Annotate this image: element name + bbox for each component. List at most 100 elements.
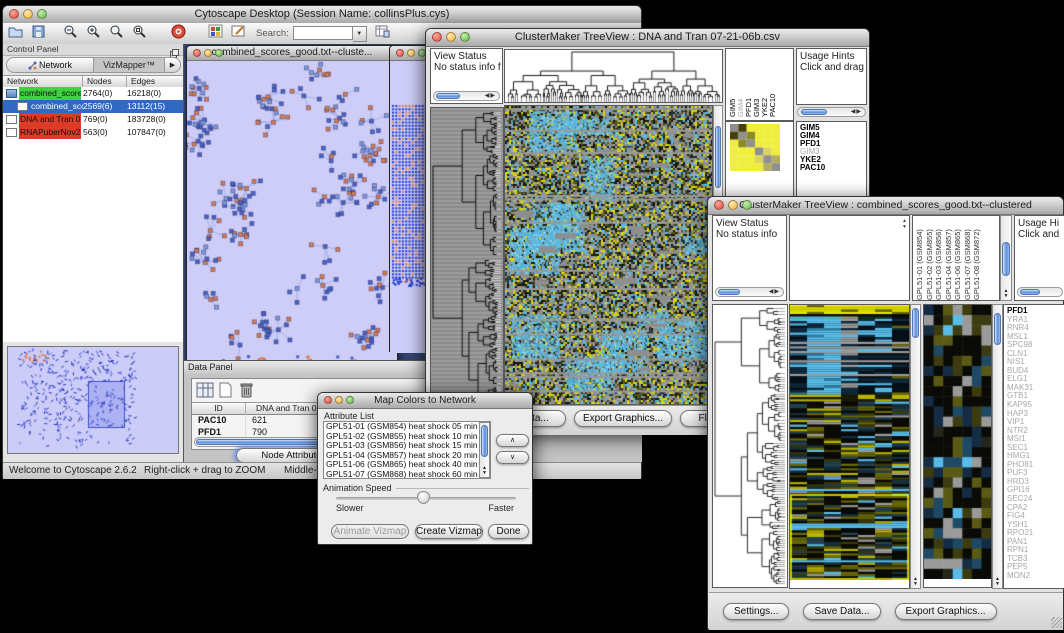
tv2-usage-scrollbar[interactable] bbox=[1017, 287, 1063, 297]
tv1-genelist-hscrollbar[interactable]: ◀▶ bbox=[797, 107, 866, 117]
search-input[interactable] bbox=[293, 26, 353, 40]
scroll-arrows-icon[interactable]: ◀▶ bbox=[851, 108, 862, 117]
network-view-titlebar[interactable]: combined_scores_good.txt--cluste... bbox=[187, 46, 397, 61]
network-row[interactable]: combined_scores 2764(0) 16218(0) bbox=[3, 87, 183, 100]
animate-vizmap-button[interactable]: Animate Vizmap bbox=[331, 524, 409, 539]
zoom-out-icon[interactable] bbox=[63, 24, 78, 44]
scrollbar-thumb[interactable] bbox=[912, 308, 919, 338]
tv1-gene-label[interactable]: PAC10 bbox=[800, 164, 866, 172]
scroll-arrows-icon[interactable]: ▲▼ bbox=[993, 577, 1002, 587]
attribute-table-icon[interactable] bbox=[196, 382, 214, 403]
resize-grip[interactable] bbox=[1051, 617, 1062, 628]
attribute-list-vscrollbar[interactable]: ▲▼ bbox=[479, 422, 490, 478]
tv2-column-label[interactable]: GPL51-07 (GSM868) bbox=[963, 218, 973, 300]
zoom-button[interactable] bbox=[346, 396, 354, 404]
tv2-column-label[interactable]: GPL51-01 (GSM854) bbox=[915, 218, 925, 300]
tv2-column-label[interactable]: GPL51-06 (GSM865) bbox=[953, 218, 963, 300]
scrollbar-thumb[interactable] bbox=[1002, 242, 1010, 276]
tv1-column-label[interactable]: PAC10 bbox=[768, 51, 776, 117]
create-vizmap-button[interactable]: Create Vizmap bbox=[415, 524, 483, 539]
zoom-button[interactable] bbox=[215, 49, 223, 57]
tv2-action-button[interactable]: Save Data... bbox=[803, 603, 880, 620]
tab-overflow-button[interactable]: ▶ bbox=[164, 58, 180, 72]
speed-slider-thumb[interactable] bbox=[417, 491, 430, 504]
tv2-row-dendrogram-canvas[interactable] bbox=[713, 305, 787, 587]
tv1-status-scrollbar[interactable]: ◀▶ bbox=[433, 91, 500, 101]
tab-vizmapper[interactable]: VizMapper™ bbox=[94, 58, 164, 72]
network-row[interactable]: RNAPuberNov2+| 563(0) 107847(0) bbox=[3, 126, 183, 139]
col-nodes[interactable]: Nodes bbox=[83, 76, 127, 87]
zoom-fit-icon[interactable] bbox=[132, 24, 147, 44]
attribute-list-item[interactable]: GPL51-02 (GSM855) heat shock 10 min bbox=[324, 432, 490, 442]
tv2-column-label[interactable]: GPL51-02 (GSM855) bbox=[925, 218, 935, 300]
minimize-button[interactable] bbox=[407, 49, 415, 57]
attribute-list-item[interactable]: GPL51-07 (GSM868) heat shock 60 min bbox=[324, 470, 490, 479]
move-up-button[interactable]: ∧ bbox=[496, 434, 529, 447]
scrollbar-thumb[interactable] bbox=[481, 425, 488, 457]
tv2-zoom-heatmap-canvas[interactable] bbox=[924, 305, 991, 579]
tv2-column-label[interactable]: GPL51-03 (GSM856) bbox=[934, 218, 944, 300]
close-button[interactable] bbox=[714, 200, 724, 210]
zoom-in-icon[interactable] bbox=[86, 24, 101, 44]
treeview1-titlebar[interactable]: ClusterMaker TreeView : DNA and Tran 07-… bbox=[426, 29, 869, 47]
tab-network[interactable]: Network bbox=[7, 58, 94, 72]
minimize-button[interactable] bbox=[23, 9, 33, 19]
close-button[interactable] bbox=[432, 32, 442, 42]
col-edges[interactable]: Edges bbox=[127, 76, 183, 87]
network-row[interactable]: combined_sco 2569(6) 13112(15) bbox=[3, 100, 183, 113]
zoom-button[interactable] bbox=[460, 32, 470, 42]
attribute-list-item[interactable]: GPL51-03 (GSM856) heat shock 15 min bbox=[324, 441, 490, 451]
tv2-action-button[interactable]: Export Graphics... bbox=[895, 603, 997, 620]
network-view-canvas[interactable] bbox=[187, 61, 397, 363]
mini-scroll-arrows-icon[interactable]: ▲▼ bbox=[902, 218, 907, 230]
scrollbar-thumb[interactable] bbox=[436, 93, 460, 99]
annotation-icon[interactable] bbox=[231, 24, 246, 43]
tv1-export-graphics-button[interactable]: Export Graphics... bbox=[574, 410, 672, 427]
tv2-column-labels-vscrollbar[interactable]: ▲▼ bbox=[1000, 215, 1012, 301]
save-icon[interactable] bbox=[32, 25, 45, 43]
attribute-list-item[interactable]: GPL51-01 (GSM854) heat shock 05 min bbox=[324, 422, 490, 432]
help-icon[interactable] bbox=[171, 24, 186, 44]
scroll-arrows-icon[interactable]: ▲▼ bbox=[911, 577, 920, 587]
minimize-button[interactable] bbox=[204, 49, 212, 57]
attribute-list-item[interactable]: GPL51-06 (GSM865) heat shock 40 min bbox=[324, 460, 490, 470]
col-network[interactable]: Network bbox=[3, 76, 83, 87]
node-attributes-icon[interactable] bbox=[208, 24, 223, 43]
scrollbar-thumb[interactable] bbox=[994, 313, 1001, 345]
zoom-selected-icon[interactable] bbox=[109, 24, 124, 44]
tv1-heatmap-canvas[interactable] bbox=[505, 106, 712, 404]
scrollbar-thumb[interactable] bbox=[715, 126, 721, 188]
done-button[interactable]: Done bbox=[488, 524, 529, 539]
move-down-button[interactable]: ∨ bbox=[496, 451, 529, 464]
attribute-browser-icon[interactable] bbox=[375, 24, 390, 43]
scroll-arrows-icon[interactable]: ▲▼ bbox=[480, 466, 489, 476]
scroll-arrows-icon[interactable]: ◀▶ bbox=[769, 288, 780, 297]
tv1-column-label[interactable]: GIM3 bbox=[752, 51, 760, 117]
close-button[interactable] bbox=[193, 49, 201, 57]
tv2-status-scrollbar[interactable]: ◀▶ bbox=[715, 287, 784, 297]
open-file-icon[interactable] bbox=[8, 25, 23, 43]
close-button[interactable] bbox=[324, 396, 332, 404]
tv2-action-button[interactable]: Settings... bbox=[723, 603, 789, 620]
zoom-button[interactable] bbox=[742, 200, 752, 210]
minimize-button[interactable] bbox=[335, 396, 343, 404]
tv1-column-label[interactable]: GIM4 bbox=[736, 51, 744, 117]
treeview2-titlebar[interactable]: ClusterMaker TreeView : combined_scores_… bbox=[708, 197, 1063, 215]
scroll-arrows-icon[interactable]: ◀▶ bbox=[485, 92, 496, 101]
search-dropdown-arrow-icon[interactable]: ▼ bbox=[353, 26, 367, 42]
scrollbar-thumb[interactable] bbox=[1020, 289, 1040, 295]
minimize-button[interactable] bbox=[446, 32, 456, 42]
scrollbar-thumb[interactable] bbox=[718, 289, 740, 295]
tv2-zoom-vscrollbar[interactable]: ▲▼ bbox=[992, 304, 1003, 589]
attribute-list-item[interactable]: GPL51-04 (GSM857) heat shock 20 min bbox=[324, 451, 490, 461]
network-row[interactable]: DNA and Tran 07 769(0) 183728(0) bbox=[3, 113, 183, 126]
tv1-column-dendrogram-canvas[interactable] bbox=[505, 50, 722, 102]
dialog-titlebar[interactable]: Map Colors to Network bbox=[318, 393, 532, 409]
tv2-heatmap-vscrollbar[interactable]: ▲▼ bbox=[910, 304, 921, 589]
tv2-column-label[interactable]: GPL51-04 (GSM857) bbox=[944, 218, 954, 300]
tv2-heatmap-canvas[interactable] bbox=[790, 305, 909, 580]
tv1-row-dendrogram-canvas[interactable] bbox=[431, 108, 503, 404]
tv2-gene-label[interactable]: MON2 bbox=[1007, 572, 1064, 581]
tv1-column-label[interactable]: YKE2 bbox=[760, 51, 768, 117]
tv1-zoom-matrix-canvas[interactable] bbox=[730, 124, 780, 171]
